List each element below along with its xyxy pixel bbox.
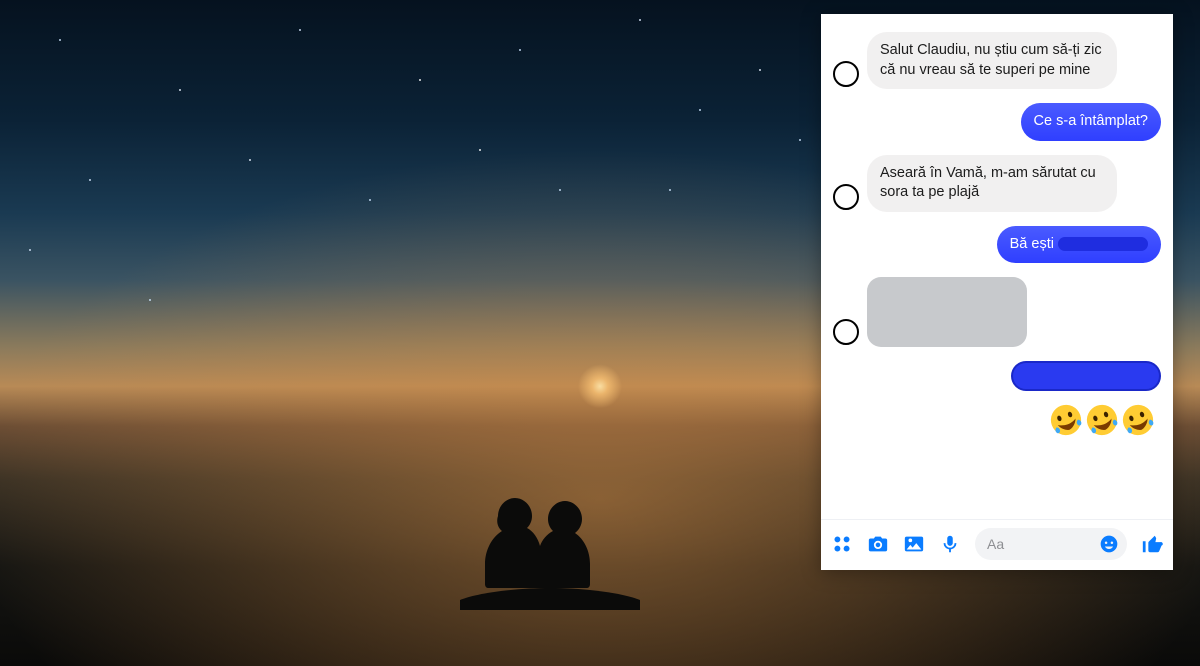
message-bubble-outgoing[interactable]: Ce s-a întâmplat? bbox=[1021, 103, 1161, 141]
message-bubble-outgoing-partially-redacted[interactable]: Bă ești bbox=[997, 226, 1161, 264]
composer-bar: Aa bbox=[821, 519, 1173, 570]
messages-scroll[interactable]: Salut Claudiu, nu știu cum să-ți zic că … bbox=[821, 14, 1173, 519]
emoji-picker-icon[interactable] bbox=[1099, 534, 1119, 554]
message-input-placeholder: Aa bbox=[987, 536, 1099, 552]
silhouette-two-people bbox=[450, 470, 650, 610]
message-row: Aseară în Vamă, m-am sărutat cu sora ta … bbox=[833, 155, 1161, 212]
message-bubble-incoming[interactable]: Aseară în Vamă, m-am sărutat cu sora ta … bbox=[867, 155, 1117, 212]
apps-icon[interactable] bbox=[831, 533, 853, 555]
message-row: Bă ești bbox=[833, 226, 1161, 264]
message-bubble-incoming-redacted[interactable] bbox=[867, 277, 1027, 347]
rofl-emoji-icon bbox=[1085, 403, 1119, 437]
background-night-beach: Salut Claudiu, nu știu cum să-ți zic că … bbox=[0, 0, 1200, 666]
messenger-chat-panel: Salut Claudiu, nu știu cum să-ți zic că … bbox=[821, 14, 1173, 570]
avatar[interactable] bbox=[833, 61, 859, 87]
message-row: Ce s-a întâmplat? bbox=[833, 103, 1161, 141]
redacted-span bbox=[1058, 237, 1148, 251]
reaction-row bbox=[833, 403, 1161, 437]
message-text-fragment: Bă ești bbox=[1010, 236, 1054, 252]
rofl-emoji-icon bbox=[1049, 403, 1083, 437]
message-bubble-outgoing-redacted[interactable] bbox=[1011, 361, 1161, 391]
avatar[interactable] bbox=[833, 184, 859, 210]
message-bubble-incoming[interactable]: Salut Claudiu, nu știu cum să-ți zic că … bbox=[867, 32, 1117, 89]
message-row bbox=[833, 361, 1161, 391]
message-row bbox=[833, 277, 1161, 347]
image-icon[interactable] bbox=[903, 533, 925, 555]
microphone-icon[interactable] bbox=[939, 533, 961, 555]
camera-icon[interactable] bbox=[867, 533, 889, 555]
rofl-emoji-icon bbox=[1121, 403, 1155, 437]
avatar[interactable] bbox=[833, 319, 859, 345]
like-icon[interactable] bbox=[1141, 533, 1163, 555]
message-input[interactable]: Aa bbox=[975, 528, 1127, 560]
message-row: Salut Claudiu, nu știu cum să-ți zic că … bbox=[833, 32, 1161, 89]
